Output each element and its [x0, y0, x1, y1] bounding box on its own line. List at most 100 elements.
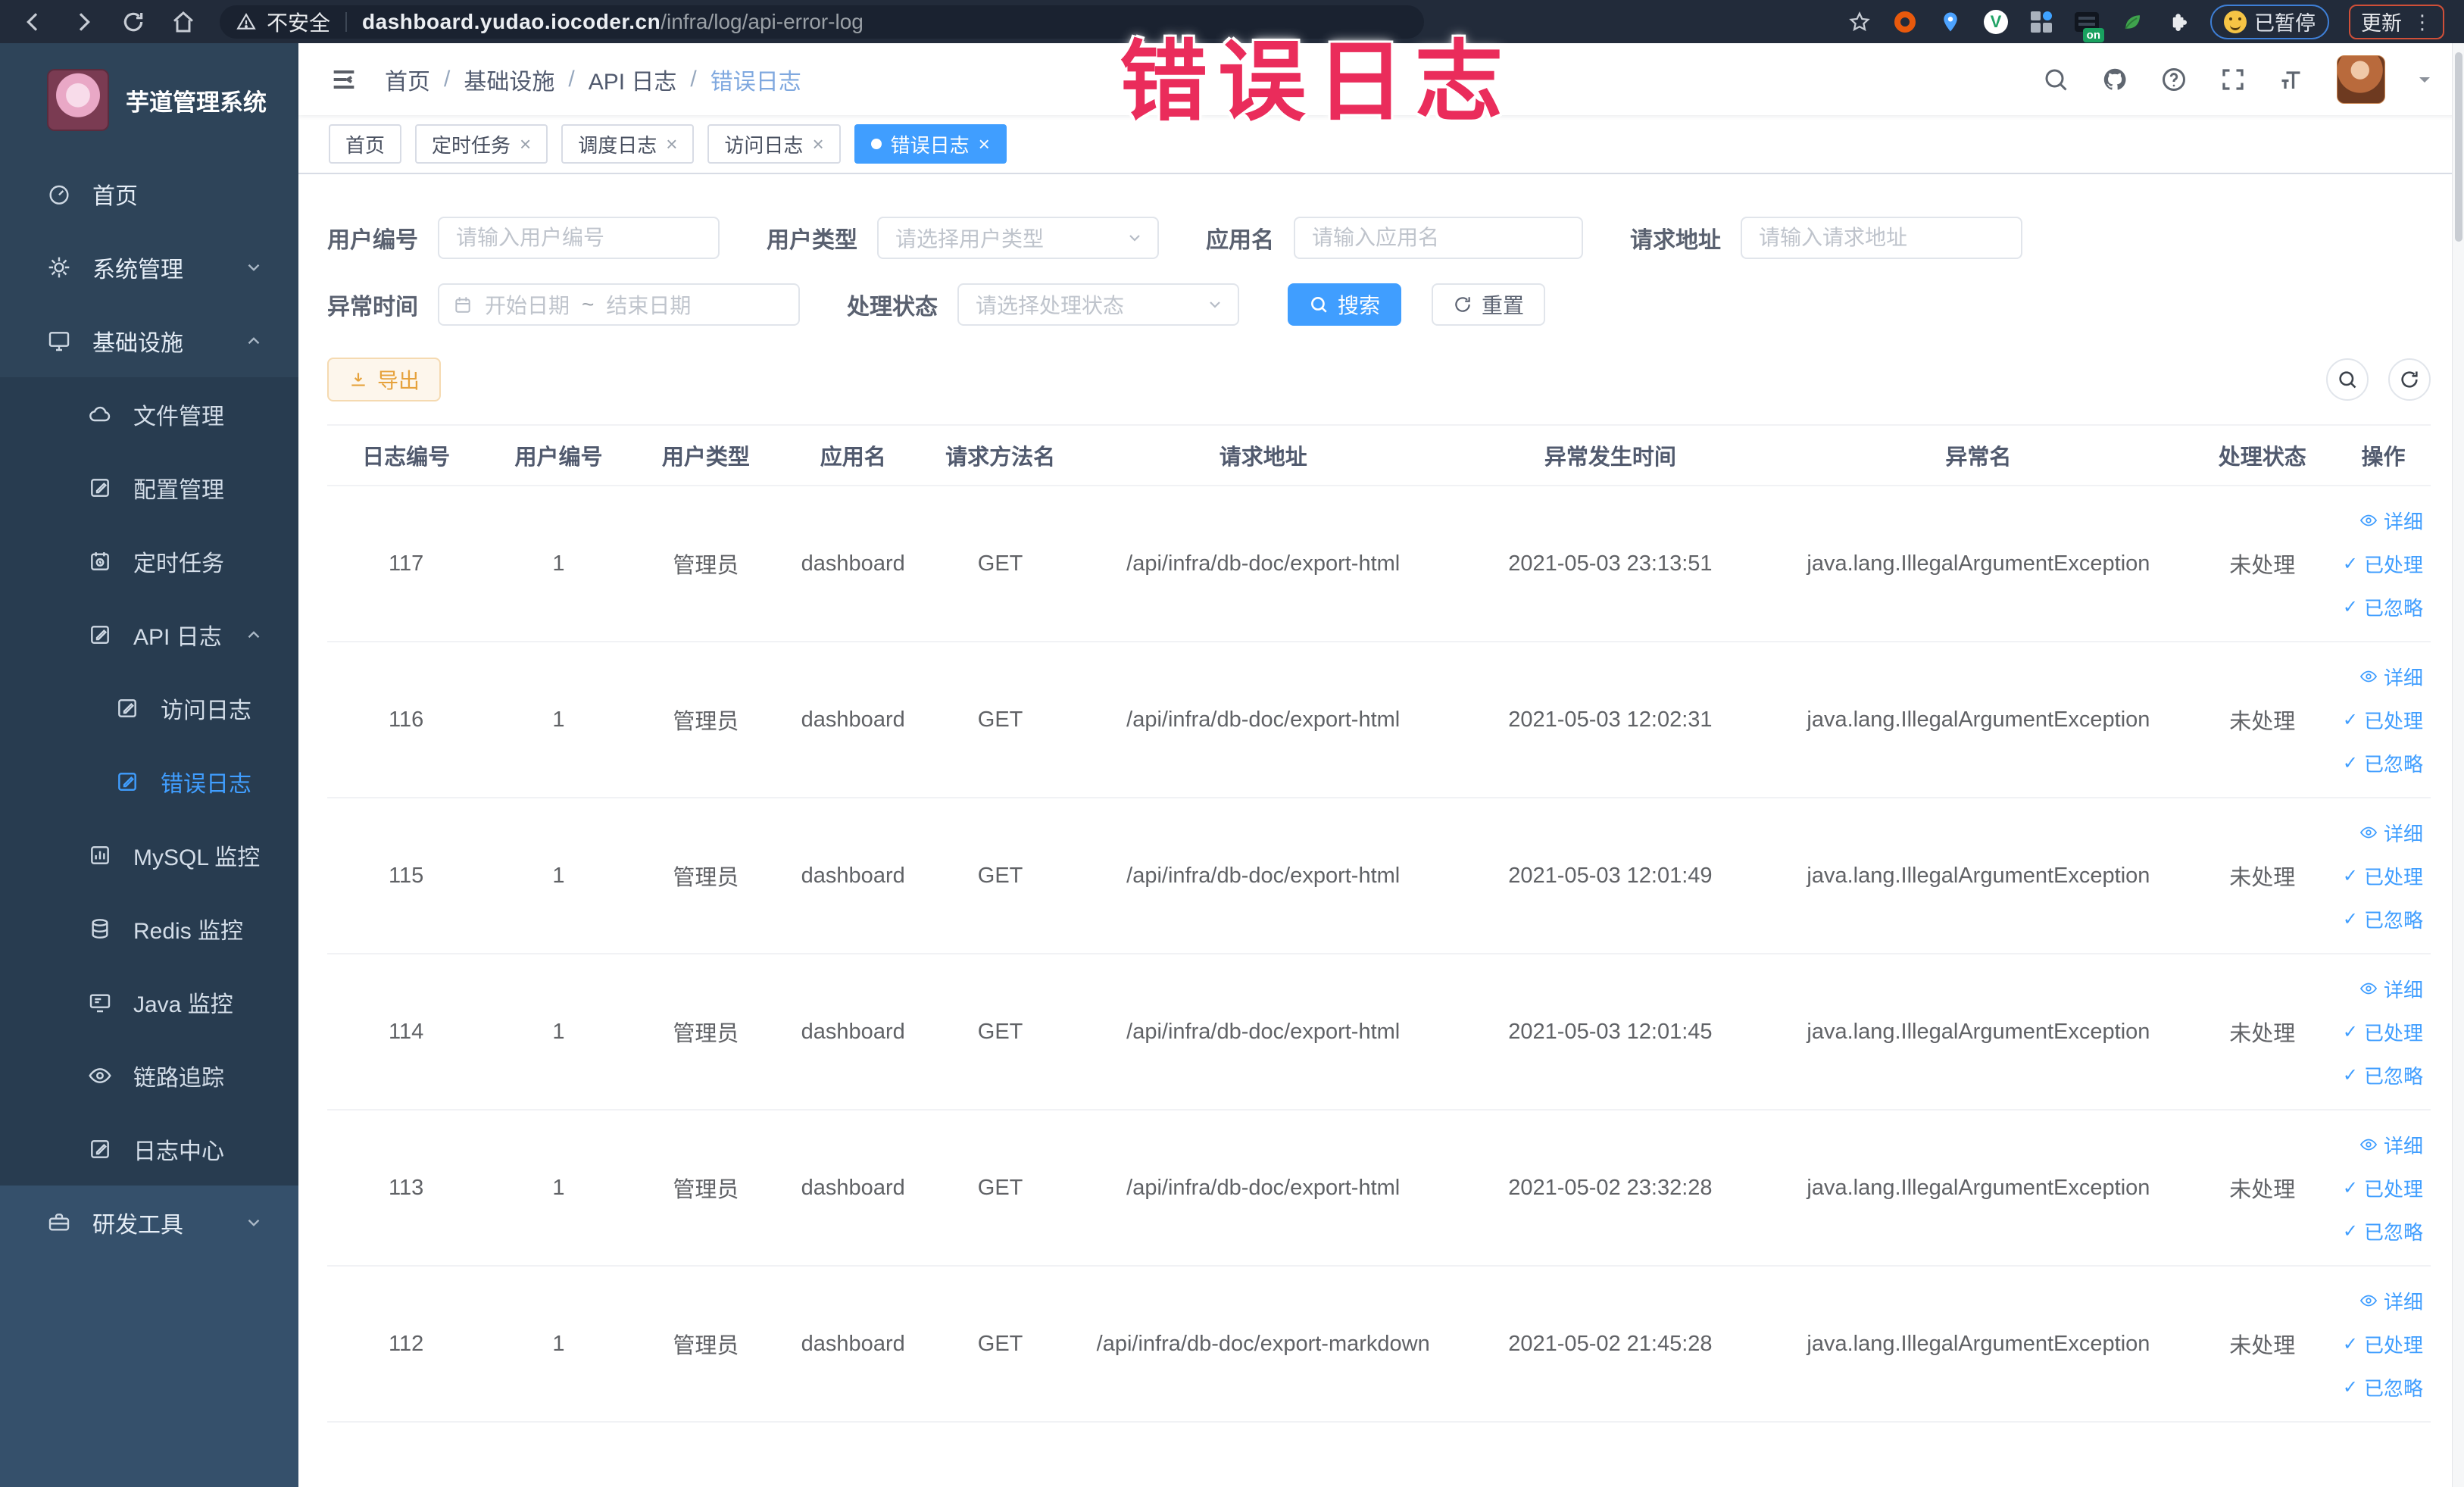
tab-close-icon[interactable]: ×: [979, 134, 990, 154]
breadcrumb-item[interactable]: 基础设施: [464, 63, 554, 96]
refresh-table-button[interactable]: [2388, 358, 2431, 401]
user-avatar[interactable]: [2337, 55, 2385, 104]
reset-button[interactable]: 重置: [1432, 283, 1546, 326]
tab-error-log[interactable]: 错误日志 ×: [854, 124, 1007, 164]
sidebar-item-home[interactable]: 首页: [0, 157, 298, 230]
detail-link[interactable]: 详细: [2359, 507, 2423, 535]
toggle-search-button[interactable]: [2326, 358, 2369, 401]
mark-processed-link[interactable]: ✓ 已处理: [2343, 1174, 2423, 1202]
mark-ignored-link[interactable]: ✓ 已忽略: [2343, 1061, 2423, 1089]
sidebar-item-label: 研发工具: [92, 1212, 183, 1238]
tab-close-icon[interactable]: ×: [520, 134, 531, 154]
breadcrumb-item[interactable]: API 日志: [589, 63, 677, 96]
mark-ignored-link[interactable]: ✓ 已忽略: [2343, 1217, 2423, 1245]
detail-link[interactable]: 详细: [2359, 975, 2423, 1003]
hamburger-icon[interactable]: [329, 64, 359, 95]
extension-leaf-icon[interactable]: [2119, 9, 2145, 35]
fullscreen-icon[interactable]: [2219, 65, 2247, 94]
mark-processed-link[interactable]: ✓ 已处理: [2343, 1330, 2423, 1358]
browser-menu-icon[interactable]: ⋮: [2412, 12, 2432, 32]
tab-close-icon[interactable]: ×: [666, 134, 677, 154]
tab-close-icon[interactable]: ×: [812, 134, 823, 154]
sidebar-logo-row[interactable]: 芋道管理系统: [0, 43, 298, 157]
sidebar-item-api-log[interactable]: API 日志: [0, 598, 298, 671]
sidebar-item-label: 链路追踪: [133, 1065, 224, 1091]
sidebar-item-label: Redis 监控: [133, 918, 244, 944]
extension-orange-icon[interactable]: [1892, 9, 1918, 35]
sidebar-item-access-log[interactable]: 访问日志: [0, 671, 298, 745]
browser-update-button[interactable]: 更新 ⋮: [2349, 4, 2444, 39]
extensions-puzzle-icon[interactable]: [2165, 9, 2191, 35]
extension-grid-icon[interactable]: [2028, 9, 2054, 35]
mark-ignored-link[interactable]: ✓ 已忽略: [2343, 905, 2423, 933]
sidebar-item-file[interactable]: 文件管理: [0, 377, 298, 451]
extension-on-icon[interactable]: on: [2074, 9, 2104, 42]
mark-processed-link[interactable]: ✓ 已处理: [2343, 550, 2423, 578]
sidebar-item-mysql[interactable]: MySQL 监控: [0, 818, 298, 892]
detail-link[interactable]: 详细: [2359, 1131, 2423, 1159]
page-scrollbar[interactable]: [2452, 43, 2464, 1487]
refresh-icon: [1455, 297, 1470, 312]
mark-processed-link[interactable]: ✓ 已处理: [2343, 1018, 2423, 1046]
detail-link[interactable]: 详细: [2359, 663, 2423, 691]
exception-time-range-picker[interactable]: 开始日期 ~ 结束日期: [438, 283, 800, 326]
sidebar-item-redis[interactable]: Redis 监控: [0, 892, 298, 965]
reload-icon[interactable]: [120, 8, 147, 36]
sidebar-item-job[interactable]: 定时任务: [0, 524, 298, 598]
sidebar-item-dev-tools[interactable]: 研发工具: [0, 1186, 298, 1259]
extension-pin-icon[interactable]: [1938, 9, 1963, 35]
sidebar-item-error-log[interactable]: 错误日志: [0, 745, 298, 818]
github-icon[interactable]: [2100, 65, 2129, 94]
font-size-icon[interactable]: [2278, 65, 2306, 94]
sidebar-item-log-center[interactable]: 日志中心: [0, 1112, 298, 1186]
sidebar-bottom-section: 研发工具: [0, 1186, 298, 1487]
mark-ignored-link[interactable]: ✓ 已忽略: [2343, 1373, 2423, 1401]
home-icon[interactable]: [170, 8, 197, 36]
sidebar-item-tracing[interactable]: 链路追踪: [0, 1039, 298, 1112]
cell-exception-name: java.lang.IllegalArgumentException: [1768, 1266, 2189, 1423]
log-icon: [115, 696, 139, 720]
extension-v-icon[interactable]: V: [1983, 9, 2009, 35]
sidebar-item-config[interactable]: 配置管理: [0, 451, 298, 524]
download-icon: [351, 373, 365, 386]
detail-link[interactable]: 详细: [2359, 1287, 2423, 1315]
app-name-input[interactable]: [1294, 217, 1583, 259]
table-row: 112 1 管理员 dashboard GET /api/infra/db-do…: [327, 1266, 2431, 1423]
detail-link[interactable]: 详细: [2359, 819, 2423, 847]
cell-log-id: 117: [327, 486, 486, 642]
user-type-select[interactable]: 请选择用户类型: [877, 217, 1159, 259]
forward-icon[interactable]: [70, 8, 97, 36]
col-actions: 操作: [2335, 424, 2431, 486]
search-icon[interactable]: [2041, 65, 2070, 94]
tab-home[interactable]: 首页: [329, 124, 402, 164]
process-status-select[interactable]: 请选择处理状态: [957, 283, 1239, 326]
back-icon[interactable]: [20, 8, 47, 36]
schedule-icon: [88, 549, 112, 573]
sidebar-item-label: 错误日志: [161, 771, 251, 797]
user-id-input[interactable]: [438, 217, 720, 259]
caret-down-icon[interactable]: [2416, 70, 2434, 89]
scrollbar-thumb[interactable]: [2455, 52, 2462, 242]
help-icon[interactable]: [2160, 65, 2188, 94]
search-button[interactable]: 搜索: [1288, 283, 1402, 326]
cell-method: GET: [926, 642, 1074, 798]
request-url-input[interactable]: [1741, 217, 2022, 259]
col-user-id: 用户编号: [485, 424, 632, 486]
mark-processed-link[interactable]: ✓ 已处理: [2343, 862, 2423, 890]
sidebar-item-java[interactable]: Java 监控: [0, 965, 298, 1039]
mark-processed-link[interactable]: ✓ 已处理: [2343, 706, 2423, 734]
tab-job-log[interactable]: 调度日志 ×: [561, 124, 695, 164]
tab-access-log[interactable]: 访问日志 ×: [707, 124, 841, 164]
mark-ignored-link[interactable]: ✓ 已忽略: [2343, 593, 2423, 621]
bookmark-star-icon[interactable]: [1847, 9, 1872, 35]
sidebar-item-system[interactable]: 系统管理: [0, 230, 298, 304]
cell-exception-time: 2021-05-03 12:01:45: [1452, 954, 1769, 1111]
breadcrumb-item[interactable]: 首页: [385, 63, 430, 96]
tab-job[interactable]: 定时任务 ×: [415, 124, 548, 164]
mark-ignored-link[interactable]: ✓ 已忽略: [2343, 749, 2423, 777]
export-button[interactable]: 导出: [327, 358, 442, 401]
sidebar-item-label: 日志中心: [133, 1139, 224, 1164]
profile-paused-chip[interactable]: 已暂停: [2210, 4, 2329, 39]
sidebar-item-infra[interactable]: 基础设施: [0, 304, 298, 377]
cell-user-id: 1: [485, 798, 632, 954]
